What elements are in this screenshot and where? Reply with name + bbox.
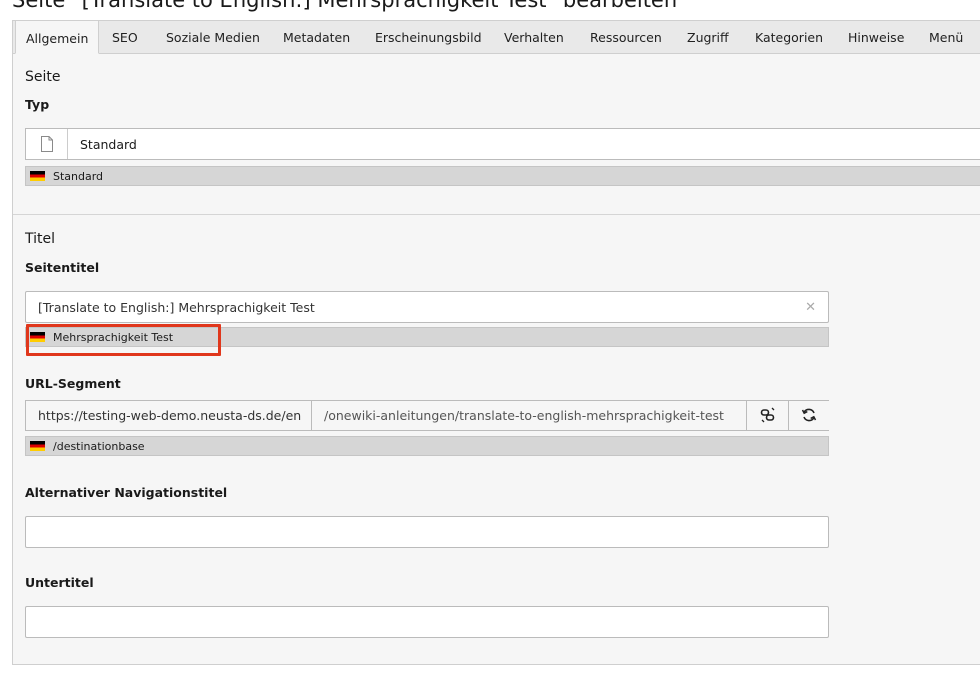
toggle-edit-url-button[interactable]: [746, 401, 788, 430]
tab-seo[interactable]: SEO: [102, 21, 148, 54]
unlink-icon: [760, 407, 775, 423]
subtitle-input[interactable]: [25, 606, 829, 638]
tab-ressourcen[interactable]: Ressourcen: [580, 21, 672, 54]
highlight-annotation-box: [26, 324, 221, 356]
page-type-value: Standard: [80, 137, 137, 152]
clear-icon[interactable]: ✕: [805, 292, 816, 323]
edit-form-panel: Allgemein SEO Soziale Medien Metadaten E…: [12, 20, 980, 665]
section-divider: [13, 214, 980, 215]
subtitle-label: Untertitel: [25, 575, 94, 590]
refresh-icon: [801, 408, 817, 422]
tab-zugriff[interactable]: Zugriff: [677, 21, 739, 54]
url-prefix: https://testing-web-demo.neusta-ds.de/en: [26, 401, 312, 430]
page-title-input[interactable]: [Translate to English:] Mehrsprachigkeit…: [25, 291, 829, 323]
tab-kategorien[interactable]: Kategorien: [745, 21, 833, 54]
tab-menue[interactable]: Menü: [919, 21, 973, 54]
url-segment-input[interactable]: /onewiki-anleitungen/translate-to-englis…: [312, 401, 746, 430]
page-type-select[interactable]: Standard: [25, 128, 980, 160]
url-default-language-hint: /destinationbase: [25, 436, 829, 456]
tab-hinweise[interactable]: Hinweise: [838, 21, 914, 54]
tab-erscheinungsbild[interactable]: Erscheinungsbild: [365, 21, 492, 54]
type-default-language-hint: Standard: [25, 166, 980, 186]
url-default-value: /destinationbase: [53, 440, 145, 453]
german-flag-icon: [30, 171, 45, 181]
section-heading-titel: Titel: [25, 231, 56, 247]
page-title: Seite "[Translate to English:] Mehrsprac…: [12, 0, 678, 12]
page-title-label: Seitentitel: [25, 260, 100, 275]
tab-metadaten[interactable]: Metadaten: [273, 21, 360, 54]
nav-title-label: Alternativer Navigationstitel: [25, 485, 228, 500]
tab-bar: Allgemein SEO Soziale Medien Metadaten E…: [13, 20, 980, 54]
german-flag-icon: [30, 441, 45, 451]
document-icon: [41, 136, 53, 152]
url-segment-field: https://testing-web-demo.neusta-ds.de/en…: [25, 400, 830, 431]
tab-verhalten[interactable]: Verhalten: [494, 21, 574, 54]
tab-soziale-medien[interactable]: Soziale Medien: [156, 21, 270, 54]
type-label: Typ: [25, 97, 50, 112]
type-default-value: Standard: [53, 170, 104, 183]
nav-title-input[interactable]: [25, 516, 829, 548]
tab-allgemein[interactable]: Allgemein: [15, 20, 100, 54]
recalculate-url-button[interactable]: [788, 401, 830, 430]
select-icon-box: [26, 129, 68, 159]
page-title-input-value: [Translate to English:] Mehrsprachigkeit…: [38, 300, 315, 315]
section-heading-seite: Seite: [25, 69, 61, 85]
url-segment-label: URL-Segment: [25, 376, 121, 391]
